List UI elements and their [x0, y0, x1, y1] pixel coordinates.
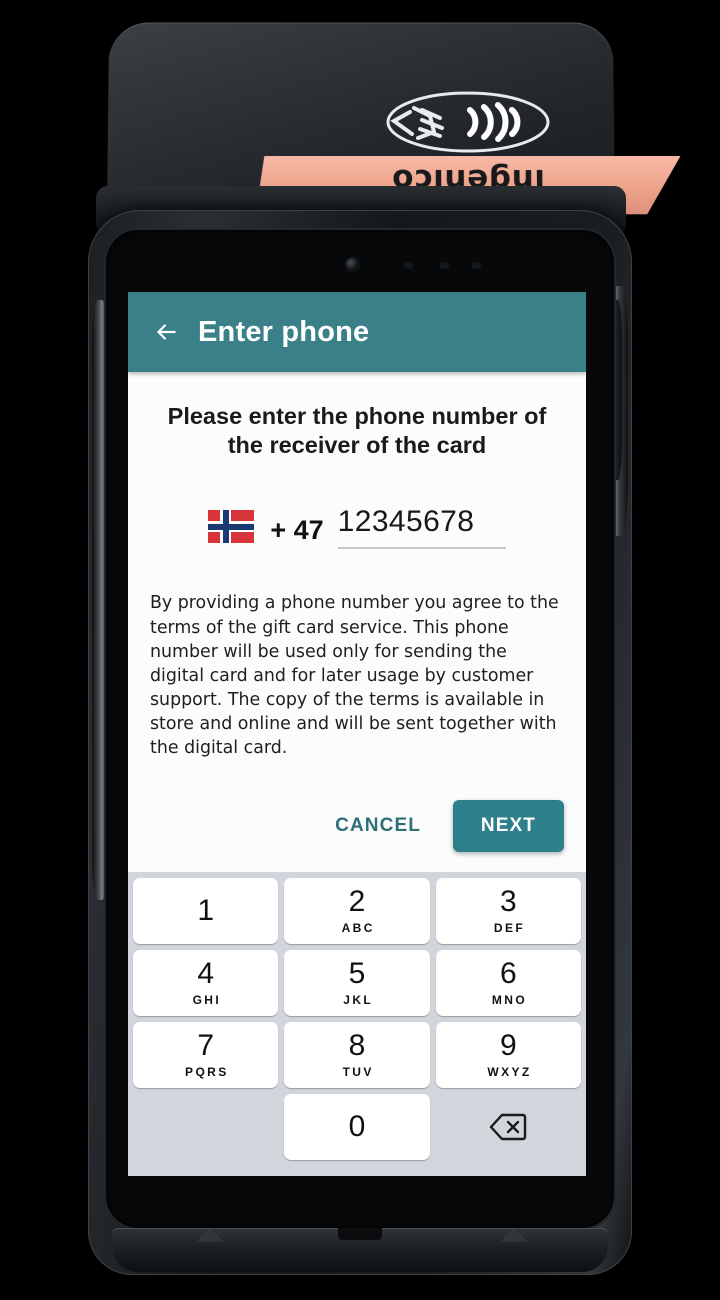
keypad-key-letters: MNO [491, 993, 528, 1007]
keypad-key-letters: TUV [342, 1065, 374, 1079]
keypad-row: 1 2 ABC 3 DEF [133, 878, 581, 944]
front-camera-icon [346, 258, 359, 271]
keypad-key-digit: 1 [197, 894, 214, 927]
device-chin-marker [196, 1228, 224, 1242]
sensor-icon [472, 262, 481, 269]
keypad-key-3[interactable]: 3 DEF [435, 878, 581, 944]
device-chin-notch [338, 1228, 382, 1240]
keypad-key-digit: 8 [348, 1029, 366, 1062]
keypad-key-0[interactable]: 0 [284, 1094, 430, 1160]
keypad-row: 0 [133, 1094, 581, 1160]
keypad-key-letters: WXYZ [487, 1065, 532, 1079]
keypad-key-4[interactable]: 4 GHI [133, 950, 279, 1016]
sensor-icon [440, 262, 449, 269]
keypad-key-digit: 4 [197, 957, 214, 990]
action-buttons: CANCEL NEXT [150, 800, 564, 852]
keypad-key-digit: 7 [197, 1029, 214, 1062]
screen-content: Please enter the phone number of the rec… [128, 372, 586, 872]
keypad-row: 4 GHI 5 JKL 6 MNO [133, 950, 581, 1016]
back-arrow-icon[interactable] [144, 310, 188, 354]
numeric-keypad: 1 2 ABC 3 DEF 4 GHI 5 JKL 6 MNO 7 PQRS 8 TUV 9 WXYZ 0 [128, 872, 586, 1176]
keypad-key-5[interactable]: 5 JKL [284, 950, 430, 1016]
keypad-key-letters: ABC [341, 921, 375, 935]
prompt-text: Please enter the phone number of the rec… [167, 403, 547, 458]
keypad-key-digit: 2 [348, 885, 366, 918]
keypad-key-digit: 6 [499, 957, 517, 990]
device-chin-marker [500, 1228, 528, 1242]
keypad-key-7[interactable]: 7 PQRS [133, 1022, 279, 1088]
keypad-key-letters: JKL [343, 993, 374, 1007]
phone-number-input[interactable]: 12345678 [337, 505, 506, 550]
cancel-button[interactable]: CANCEL [317, 803, 439, 849]
terms-text: By providing a phone number you agree to… [150, 593, 559, 759]
keypad-key-letters: DEF [493, 921, 526, 935]
contactless-payment-icon [370, 88, 566, 156]
sensor-icon [404, 262, 413, 269]
keypad-key-8[interactable]: 8 TUV [284, 1022, 430, 1088]
next-button[interactable]: NEXT [452, 800, 564, 852]
keypad-key-digit: 5 [348, 957, 366, 990]
keypad-spacer [133, 1094, 278, 1160]
app-screen: Enter phone Please enter the phone numbe… [128, 292, 586, 1176]
keypad-key-6[interactable]: 6 MNO [435, 950, 581, 1016]
keypad-key-letters: PQRS [185, 1065, 229, 1079]
phone-entry-row: + 47 12345678 [150, 505, 564, 550]
keypad-key-digit: 9 [499, 1029, 517, 1062]
phone-number-value: 12345678 [337, 505, 475, 539]
backspace-icon[interactable] [436, 1094, 581, 1160]
keypad-key-1[interactable]: 1 [133, 878, 279, 944]
payment-terminal-device: ingenico Enter phone Please enter the ph… [0, 0, 720, 1300]
app-bar: Enter phone [128, 292, 586, 372]
keypad-key-letters: GHI [192, 993, 222, 1007]
keypad-row: 7 PQRS 8 TUV 9 WXYZ [133, 1022, 581, 1088]
keypad-key-digit: 3 [499, 885, 517, 918]
page-title: Enter phone [198, 315, 370, 348]
keypad-key-digit: 0 [348, 1110, 366, 1143]
country-code-label: + 47 [270, 515, 324, 546]
keypad-key-9[interactable]: 9 WXYZ [435, 1022, 581, 1088]
norway-flag-icon [208, 510, 255, 544]
keypad-key-2[interactable]: 2 ABC [284, 878, 430, 944]
